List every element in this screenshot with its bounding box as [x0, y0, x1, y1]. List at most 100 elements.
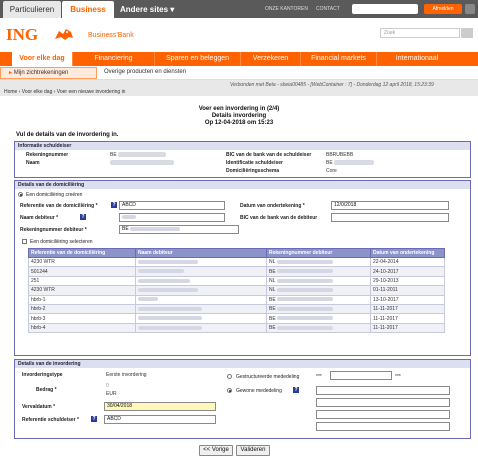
creditor-info-header: Informatie schuldeiser: [15, 142, 470, 150]
tab-business[interactable]: Business: [62, 1, 114, 18]
cell-ref: hbrb-3: [28, 313, 136, 324]
schema-label: Domiciliëringsschema: [226, 168, 280, 174]
radio-create-domiciliering[interactable]: [18, 192, 23, 197]
radio-gestructureerd[interactable]: [227, 374, 232, 379]
subnav-overige-producten[interactable]: Overige producten en diensten: [104, 69, 186, 75]
ref-domiciliering-label: Referentie van de domiciliëring *: [20, 203, 98, 209]
datum-ondertekening-label: Datum van ondertekening *: [240, 203, 305, 209]
cell-acc: BE: [266, 313, 371, 324]
ing-logo[interactable]: ING: [6, 25, 38, 45]
vervaldatum-input[interactable]: 30/04/2018: [104, 402, 216, 411]
bedrag-input[interactable]: 0: [106, 383, 109, 389]
mededeling-line-2[interactable]: [316, 398, 450, 407]
table-row[interactable]: hbrb-1 BE 13-10-2017: [28, 294, 445, 305]
cell-date: 11-11-2017: [370, 313, 445, 324]
link-contact[interactable]: CONTACT: [316, 6, 340, 12]
col-rekeningnummer[interactable]: Rekeningnummer debiteur: [266, 248, 371, 258]
rek-debiteur-input[interactable]: BE: [119, 225, 239, 234]
table-row[interactable]: 251 NL 29-10-2013: [28, 275, 445, 287]
mededeling-line-1[interactable]: [316, 386, 450, 395]
user-dropdown[interactable]: [352, 4, 418, 14]
nav-voor-elke-dag[interactable]: Voor elke dag: [12, 52, 73, 66]
cell-naam: [135, 322, 267, 334]
nav-financial-markets[interactable]: Financial markets: [301, 52, 377, 66]
help-icon[interactable]: ?: [293, 387, 299, 393]
cell-naam: [135, 303, 267, 315]
ref-schuldeiser-input[interactable]: ABCD: [104, 415, 216, 424]
help-icon[interactable]: ?: [111, 202, 117, 208]
redacted-value: [138, 316, 202, 321]
table-row[interactable]: 501244 BE 24-10-2017: [28, 266, 445, 277]
naam-label: Naam: [26, 160, 40, 166]
invorderingstype-value: Eerste invordering: [106, 372, 147, 378]
cell-acc-prefix: NL: [269, 259, 276, 266]
cell-acc: BE: [266, 266, 371, 277]
table-row[interactable]: hbrb-4 BE 11-11-2017: [28, 322, 445, 334]
tab-andere-sites[interactable]: Andere sites ▾: [120, 1, 180, 18]
mededeling-line-4[interactable]: [316, 422, 450, 431]
redacted-value: [138, 288, 198, 293]
business-bank-label: Business'Bank: [88, 32, 134, 39]
identificatie-label: Identificatie schuldeiser: [226, 160, 283, 166]
col-referentie[interactable]: Referentie van de domiciliëring: [28, 248, 136, 258]
rekeningnummer-prefix: BE: [110, 152, 117, 158]
redacted-value: [122, 214, 136, 219]
cell-ref: 501244: [28, 266, 136, 277]
cell-acc-prefix: BE: [269, 315, 276, 322]
table-row[interactable]: 4230 WTR NL 01-11-2011: [28, 285, 445, 296]
subnav-mijn-zichtrekeningen[interactable]: ▸ Mijn zichtrekeningen: [0, 67, 97, 79]
cell-naam: [135, 313, 267, 324]
cell-acc: BE: [266, 303, 371, 315]
col-datum[interactable]: Datum van ondertekening: [370, 248, 445, 258]
page-subtitle: Details invordering: [211, 113, 267, 119]
rekeningnummer-label: Rekeningnummer: [26, 152, 69, 158]
naam-debiteur-input[interactable]: [119, 213, 225, 222]
bedrag-currency: EUR: [106, 391, 117, 397]
bic-schuldeiser-value: BBRUBEBB: [326, 152, 354, 158]
search-icon[interactable]: [461, 28, 473, 38]
nav-financiering[interactable]: Financiering: [73, 52, 155, 66]
help-icon[interactable]: ?: [91, 416, 97, 422]
table-row[interactable]: hbrb-2 BE 11-11-2017: [28, 303, 445, 315]
tab-particulieren[interactable]: Particulieren: [3, 1, 61, 18]
nav-internationaal[interactable]: Internationaal: [377, 52, 457, 66]
search-input[interactable]: Zoek: [380, 28, 460, 38]
nav-verzekeren[interactable]: Verzekeren: [241, 52, 301, 66]
link-onze-kantoren[interactable]: ONZE KANTOREN: [265, 6, 308, 12]
previous-button[interactable]: << Vorige: [199, 445, 233, 456]
help-icon[interactable]: ?: [80, 214, 86, 220]
redacted-value: [334, 160, 374, 165]
close-icon[interactable]: [465, 4, 475, 14]
redacted-value: [138, 297, 158, 302]
checkbox-select-domiciliering[interactable]: [22, 239, 27, 244]
redacted-value: [138, 325, 202, 330]
logout-button[interactable]: Afmelden: [424, 4, 462, 14]
cell-acc: NL: [266, 285, 371, 296]
cell-date: 13-10-2017: [370, 294, 445, 305]
gestructureerd-input[interactable]: [330, 371, 392, 380]
stars-left: ***: [316, 374, 322, 380]
cell-acc-prefix: BE: [269, 268, 276, 275]
cell-ref: hbrb-1: [28, 294, 136, 305]
bic-schuldeiser-label: BIC van de bank van de schuldeiser: [226, 152, 312, 158]
validate-button[interactable]: Valideren: [236, 445, 270, 456]
page-date: Op 12-04-2018 om 15:23: [204, 120, 274, 126]
schema-value: Core: [326, 168, 337, 174]
naam-debiteur-label: Naam debiteur *: [20, 215, 59, 221]
invorderingstype-label: Invorderingstype: [22, 372, 63, 378]
select-domiciliering-label: Een domiciliëring selecteren: [30, 239, 93, 245]
radio-gewone-mededeling[interactable]: [227, 388, 232, 393]
redacted-value: [276, 259, 333, 264]
mededeling-line-3[interactable]: [316, 410, 450, 419]
datum-ondertekening-input[interactable]: 12/0/2018: [331, 201, 449, 210]
nav-sparen-beleggen[interactable]: Sparen en beleggen: [155, 52, 241, 66]
ref-domiciliering-input[interactable]: ABCD: [119, 201, 225, 210]
table-row[interactable]: 4230 WTR NL 22-04-2014: [28, 256, 445, 268]
bic-debiteur-input[interactable]: [331, 213, 449, 222]
ref-schuldeiser-label: Referentie schuldeiser *: [22, 417, 79, 423]
col-naam-debiteur[interactable]: Naam debiteur: [135, 248, 267, 258]
invordering-header: Details van de invordering: [15, 360, 470, 368]
cell-naam: [135, 294, 267, 305]
table-row[interactable]: hbrb-3 BE 11-11-2017: [28, 313, 445, 324]
cell-ref: hbrb-4: [28, 322, 136, 334]
